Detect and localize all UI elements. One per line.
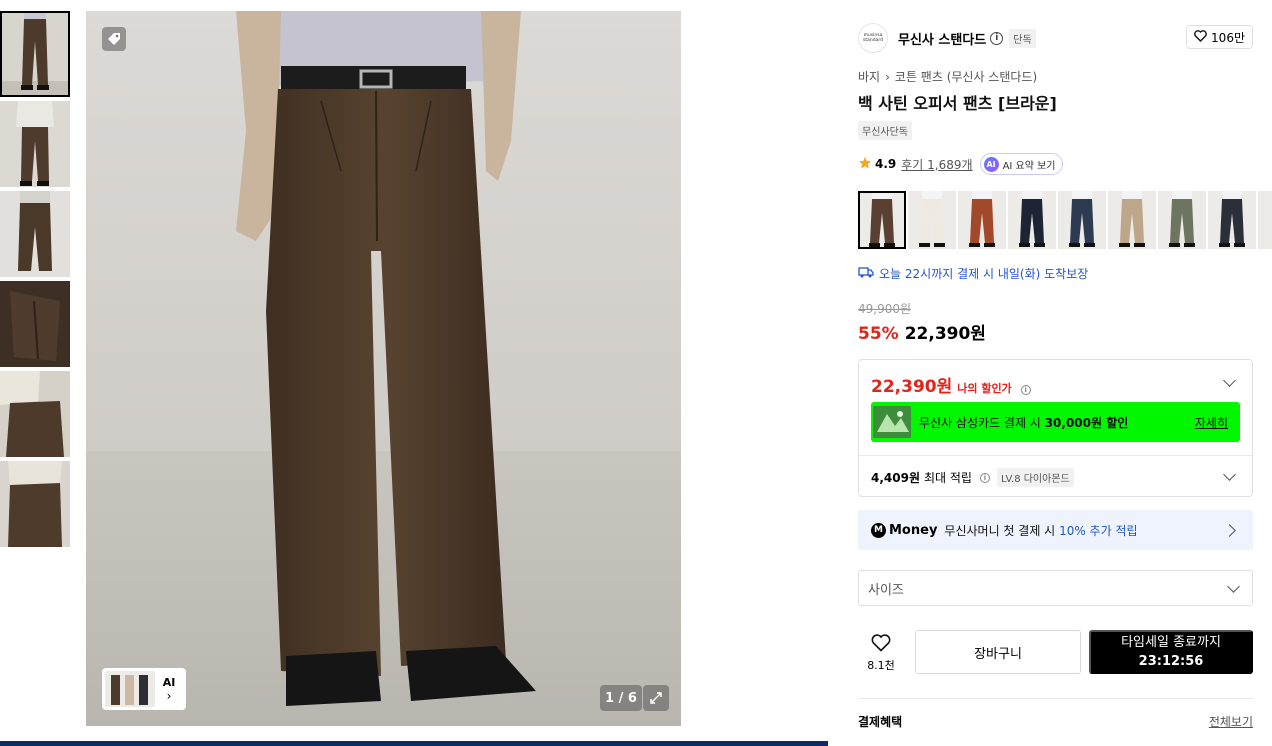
size-select[interactable]: 사이즈 [858,570,1253,606]
thumbnail-1[interactable] [0,11,70,97]
payment-benefits-heading: 결제혜택 [858,715,903,729]
brand-logo-text-2: standard [863,38,883,43]
my-discount-label: 나의 할인가 [957,382,1012,395]
ai-summary-button[interactable]: AI AI 요약 보기 [979,153,1063,175]
breadcrumb: 바지 › 코튼 팬츠 (무신사 스탠다드) [858,68,1037,85]
points-row[interactable]: 4,409원 최대 적립 i LV.8 다이아몬드 [871,468,1074,487]
review-link[interactable]: 후기 1,689개 [901,156,972,173]
truck-icon [858,266,874,281]
money-logo: M Money [871,522,938,538]
card-promo-banner[interactable]: 무신사 삼성카드 결제 시 30,000원 할인 자세히 [871,402,1240,442]
delivery-info: 오늘 22시까지 결제 시 내일(화) 도착보장 [858,265,1088,282]
color-swatch-rust[interactable] [958,191,1006,249]
brand-logo[interactable]: musinsa standard [858,23,888,53]
chevron-down-icon[interactable] [1223,468,1236,481]
color-swatch-more[interactable] [1258,191,1272,249]
time-sale-label: 타임세일 종료까지 [1121,635,1221,650]
expand-icon[interactable] [643,685,669,711]
ai-label: AI [162,675,176,689]
thumbnail-4[interactable] [0,281,70,367]
breadcrumb-item-subcategory[interactable]: 코튼 팬츠 (무신사 스탠다드) [895,68,1037,85]
thumbnail-6[interactable] [0,461,70,547]
chevron-right-icon: › [885,69,890,84]
time-sale-timer: 23:12:56 [1138,654,1204,669]
product-title: 백 사틴 오피서 팬츠 [브라운] [858,94,1057,113]
color-swatch-white[interactable] [908,191,956,249]
color-swatch-brown[interactable] [858,191,906,249]
points-amount: 4,409원 [871,471,920,485]
heart-icon [1194,29,1207,45]
product-info-panel: musinsa standard 무신사 스탠다드 i 단독 106만 바지 ›… [845,11,1272,746]
star-icon [858,156,872,173]
card-promo-detail-link[interactable]: 자세히 [1195,414,1228,431]
brand-name[interactable]: 무신사 스탠다드 [898,29,986,48]
sale-price: 22,390원 [904,324,986,344]
chevron-right-icon [1223,524,1236,537]
color-swatch-charcoal[interactable] [1208,191,1256,249]
brand-like-count: 106만 [1211,30,1245,45]
level-badge: LV.8 다이아몬드 [996,468,1074,487]
ai-badge-icon: AI [983,156,999,172]
money-text: 무신사머니 첫 결제 시 10% 추가 적립 [944,523,1138,538]
ai-summary-label: AI 요약 보기 [1002,160,1056,172]
money-m-icon: M [871,522,886,538]
rating-score: 4.9 [875,157,897,171]
my-price-row[interactable]: 22,390원 나의 할인가 i [871,372,1031,397]
color-swatch-olive[interactable] [1158,191,1206,249]
exclusive-tag: 무신사단독 [858,121,912,140]
money-logo-text: Money [889,522,938,538]
chevron-down-icon[interactable] [1223,374,1236,387]
price-row: 55% 22,390원 [858,319,986,344]
thumbnail-3[interactable] [0,191,70,277]
exclusive-badge: 단독 [1009,28,1036,48]
chevron-down-icon [1227,580,1240,593]
time-sale-button[interactable]: 타임세일 종료까지 23:12:56 [1089,630,1253,674]
chevron-right-icon: › [166,688,172,703]
info-icon[interactable]: i [1020,385,1031,395]
payment-view-all-link[interactable]: 전체보기 [1209,713,1253,730]
heart-icon [871,633,891,655]
color-swatch-beige[interactable] [1108,191,1156,249]
benefit-box: 22,390원 나의 할인가 i 무신사 삼성카드 결제 시 30,000원 할… [858,359,1253,497]
bottom-bar [0,741,828,746]
tag-icon[interactable] [102,27,126,51]
my-discount-price: 22,390원 [871,377,953,397]
discount-rate: 55% [858,324,899,344]
rating-row: 4.9 후기 1,689개 AI AI 요약 보기 [858,152,1063,176]
wishlist-button[interactable]: 8.1천 [858,631,904,675]
wishlist-count: 8.1천 [867,658,895,672]
card-promo-text: 무신사 삼성카드 결제 시 30,000원 할인 [919,415,1129,430]
musinsa-money-banner[interactable]: M Money 무신사머니 첫 결제 시 10% 추가 적립 [858,510,1253,550]
points-label: 최대 적립 [924,471,972,485]
color-swatch-dark-denim[interactable] [1058,191,1106,249]
info-icon[interactable]: i [979,472,990,483]
image-pager: 1 / 6 [600,685,642,711]
thumbnail-5[interactable] [0,371,70,457]
thumbnail-2[interactable] [0,101,70,187]
add-to-cart-button[interactable]: 장바구니 [915,630,1081,674]
info-icon[interactable]: i [990,31,1004,45]
delivery-text: 오늘 22시까지 결제 시 내일(화) 도착보장 [879,267,1089,281]
card-promo-image [873,406,911,438]
ai-fitting-preview [105,671,155,707]
color-swatch-navy[interactable] [1008,191,1056,249]
brand-like-button[interactable]: 106만 [1186,25,1253,49]
size-select-placeholder: 사이즈 [868,582,904,598]
divider [858,698,1253,699]
brand-row: musinsa standard 무신사 스탠다드 i 단독 106만 [858,23,1253,53]
color-options [858,191,1272,249]
ai-fitting-thumbnail[interactable]: AI › [102,668,186,710]
breadcrumb-item-category[interactable]: 바지 [858,68,880,85]
divider [859,455,1252,456]
main-product-image[interactable]: AI › 1 / 6 [86,11,681,726]
original-price: 49,900원 [858,302,912,316]
